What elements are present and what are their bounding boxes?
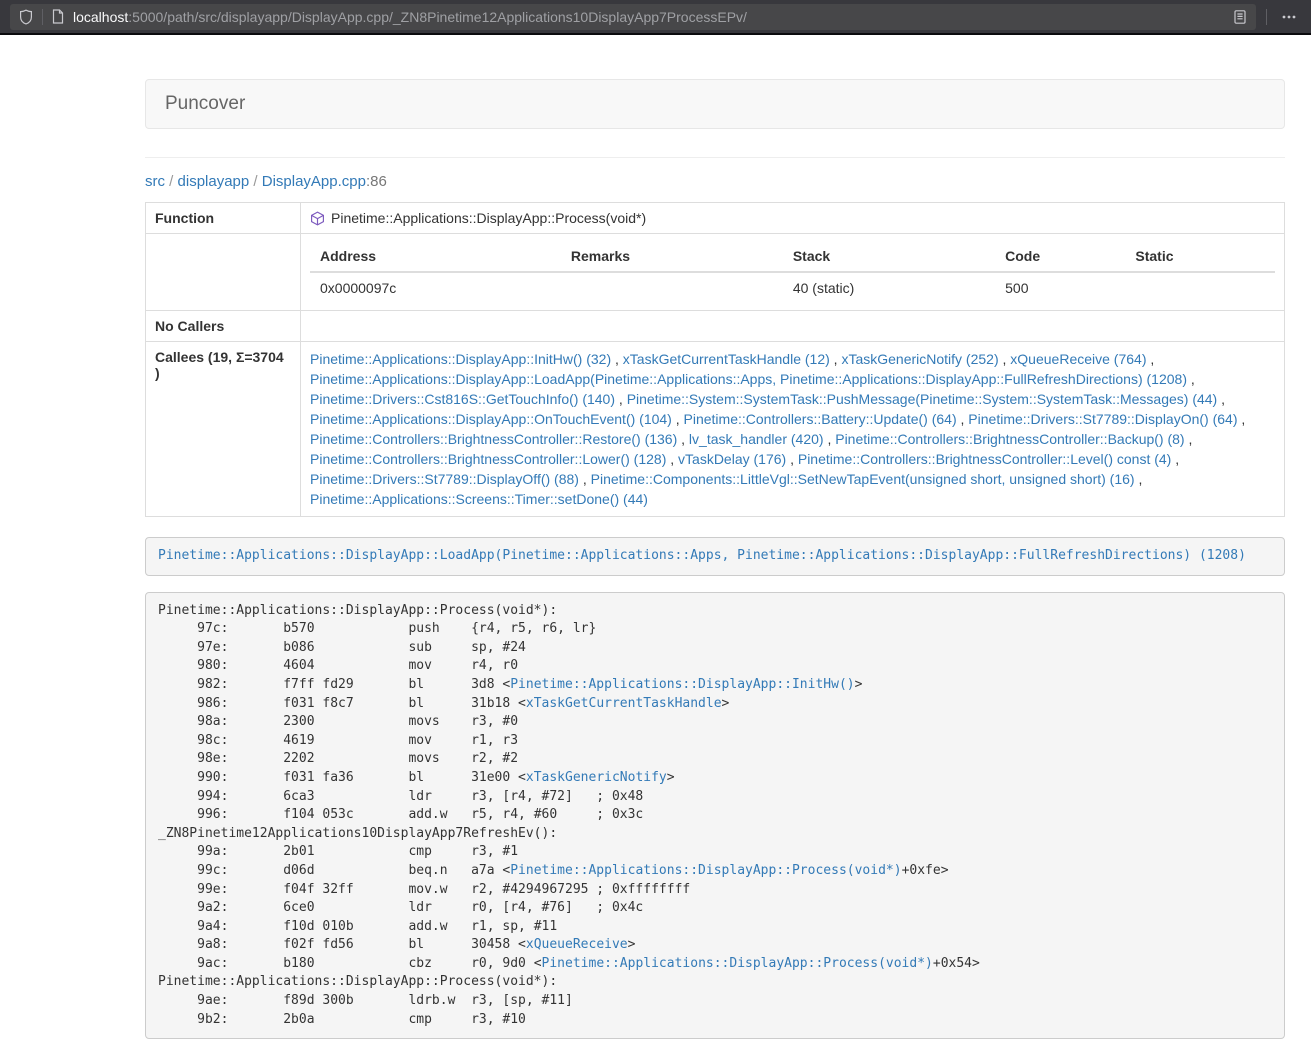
- divider: [145, 157, 1285, 158]
- col-header-code: Code: [995, 241, 1125, 272]
- page-content: Puncover src / displayapp / DisplayApp.c…: [145, 79, 1285, 1039]
- callee-separator: ,: [611, 351, 623, 367]
- callee-link[interactable]: xQueueReceive (764): [1010, 351, 1146, 367]
- callee-separator: ,: [999, 351, 1011, 367]
- callee-separator: ,: [824, 431, 836, 447]
- table-row-callees: Callees (19, Σ=3704 ) Pinetime::Applicat…: [146, 342, 1285, 517]
- callee-separator: ,: [1171, 451, 1179, 467]
- static-value: [1125, 272, 1275, 303]
- disasm-symbol-link[interactable]: Pinetime::Applications::DisplayApp::Proc…: [542, 956, 933, 971]
- cube-icon: [310, 211, 325, 226]
- callee-link[interactable]: Pinetime::Applications::Screens::Timer::…: [310, 491, 648, 507]
- callee-separator: ,: [1217, 391, 1225, 407]
- browser-toolbar: localhost:5000/path/src/displayapp/Displ…: [0, 0, 1311, 35]
- details-table: Address Remarks Stack Code Static 0x0000…: [310, 241, 1275, 303]
- callee-link[interactable]: Pinetime::Controllers::BrightnessControl…: [835, 431, 1184, 447]
- callee-separator: ,: [1238, 411, 1246, 427]
- details-value-row: 0x0000097c 40 (static) 500: [310, 272, 1275, 303]
- url-host: localhost: [73, 9, 128, 25]
- callee-link[interactable]: Pinetime::Controllers::BrightnessControl…: [310, 451, 666, 467]
- breadcrumb-link[interactable]: displayapp: [178, 173, 250, 190]
- toolbar-divider: [1266, 9, 1267, 25]
- remarks-value: [561, 272, 783, 303]
- table-row-details: Address Remarks Stack Code Static 0x0000…: [146, 234, 1285, 311]
- page-icon[interactable]: [51, 9, 65, 24]
- callee-separator: ,: [1185, 431, 1193, 447]
- callee-link[interactable]: Pinetime::Components::LittleVgl::SetNewT…: [591, 471, 1135, 487]
- callee-separator: ,: [1146, 351, 1154, 367]
- table-row-callers: No Callers: [146, 311, 1285, 342]
- callee-link[interactable]: xTaskGenericNotify (252): [841, 351, 998, 367]
- disasm-symbol-link[interactable]: xQueueReceive: [526, 937, 628, 952]
- callee-separator: ,: [672, 411, 684, 427]
- disasm-symbol-link[interactable]: xTaskGenericNotify: [526, 770, 667, 785]
- stack-value: 40 (static): [783, 272, 995, 303]
- callee-separator: ,: [615, 391, 627, 407]
- breadcrumb-link[interactable]: src: [145, 173, 165, 190]
- callee-separator: ,: [666, 451, 678, 467]
- callee-link[interactable]: xTaskGetCurrentTaskHandle (12): [623, 351, 830, 367]
- shield-icon[interactable]: [18, 9, 34, 25]
- disasm-symbol-link[interactable]: Pinetime::Applications::DisplayApp::Proc…: [510, 863, 901, 878]
- col-header-static: Static: [1125, 241, 1275, 272]
- callee-link[interactable]: lv_task_handler (420): [689, 431, 824, 447]
- symbol-table: Function Pinetime::Applications::Display…: [145, 202, 1285, 517]
- callee-separator: ,: [579, 471, 591, 487]
- callees-label: Callees (19, Σ=3704 ): [146, 342, 301, 517]
- disassembly-box: Pinetime::Applications::DisplayApp::Proc…: [145, 592, 1285, 1039]
- url-path: :5000/path/src/displayapp/DisplayApp.cpp…: [128, 9, 747, 25]
- col-header-remarks: Remarks: [561, 241, 783, 272]
- callee-link[interactable]: Pinetime::System::SystemTask::PushMessag…: [627, 391, 1218, 407]
- callee-separator: ,: [830, 351, 842, 367]
- reader-view-icon[interactable]: [1232, 9, 1248, 25]
- col-header-stack: Stack: [783, 241, 995, 272]
- url-bar[interactable]: localhost:5000/path/src/displayapp/Displ…: [10, 4, 1256, 30]
- code-value: 500: [995, 272, 1125, 303]
- callee-link[interactable]: Pinetime::Controllers::BrightnessControl…: [310, 431, 677, 447]
- callee-link[interactable]: Pinetime::Applications::DisplayApp::OnTo…: [310, 411, 672, 427]
- details-header-row: Address Remarks Stack Code Static: [310, 241, 1275, 272]
- callee-separator: ,: [786, 451, 798, 467]
- callee-separator: ,: [677, 431, 689, 447]
- callee-link[interactable]: Pinetime::Applications::DisplayApp::Load…: [310, 371, 1187, 387]
- breadcrumb-separator: /: [165, 173, 178, 190]
- disasm-symbol-link[interactable]: Pinetime::Applications::DisplayApp::Init…: [510, 677, 854, 692]
- breadcrumb: src / displayapp / DisplayApp.cpp:86: [145, 173, 1285, 190]
- callee-link[interactable]: Pinetime::Drivers::Cst816S::GetTouchInfo…: [310, 391, 615, 407]
- callee-separator: ,: [957, 411, 969, 427]
- loadapp-link[interactable]: Pinetime::Applications::DisplayApp::Load…: [158, 548, 1246, 563]
- callee-link[interactable]: vTaskDelay (176): [678, 451, 786, 467]
- callee-link[interactable]: Pinetime::Drivers::St7789::DisplayOn() (…: [968, 411, 1237, 427]
- col-header-address: Address: [310, 241, 561, 272]
- callees-list: Pinetime::Applications::DisplayApp::Init…: [301, 342, 1285, 517]
- overflow-menu-icon[interactable]: [1277, 9, 1301, 25]
- callee-link[interactable]: Pinetime::Drivers::St7789::DisplayOff() …: [310, 471, 579, 487]
- app-brand[interactable]: Puncover: [146, 94, 245, 114]
- address-value: 0x0000097c: [310, 272, 561, 303]
- function-label: Function: [146, 203, 301, 234]
- callers-label: No Callers: [146, 311, 301, 342]
- url-bar-divider: [42, 9, 43, 25]
- callee-separator: ,: [1187, 371, 1195, 387]
- loadapp-code-box: Pinetime::Applications::DisplayApp::Load…: [145, 537, 1285, 576]
- breadcrumb-link[interactable]: DisplayApp.cpp: [262, 173, 366, 190]
- callee-link[interactable]: Pinetime::Applications::DisplayApp::Init…: [310, 351, 611, 367]
- callee-link[interactable]: Pinetime::Controllers::Battery::Update()…: [684, 411, 957, 427]
- disasm-symbol-link[interactable]: xTaskGetCurrentTaskHandle: [526, 696, 722, 711]
- callee-link[interactable]: Pinetime::Controllers::BrightnessControl…: [798, 451, 1171, 467]
- navbar: Puncover: [145, 79, 1285, 129]
- breadcrumb-separator: /: [249, 173, 262, 190]
- breadcrumb-line-number: :86: [366, 173, 387, 190]
- table-row-function: Function Pinetime::Applications::Display…: [146, 203, 1285, 234]
- callee-separator: ,: [1135, 471, 1143, 487]
- url-text[interactable]: localhost:5000/path/src/displayapp/Displ…: [73, 9, 1224, 25]
- function-name: Pinetime::Applications::DisplayApp::Proc…: [331, 210, 646, 226]
